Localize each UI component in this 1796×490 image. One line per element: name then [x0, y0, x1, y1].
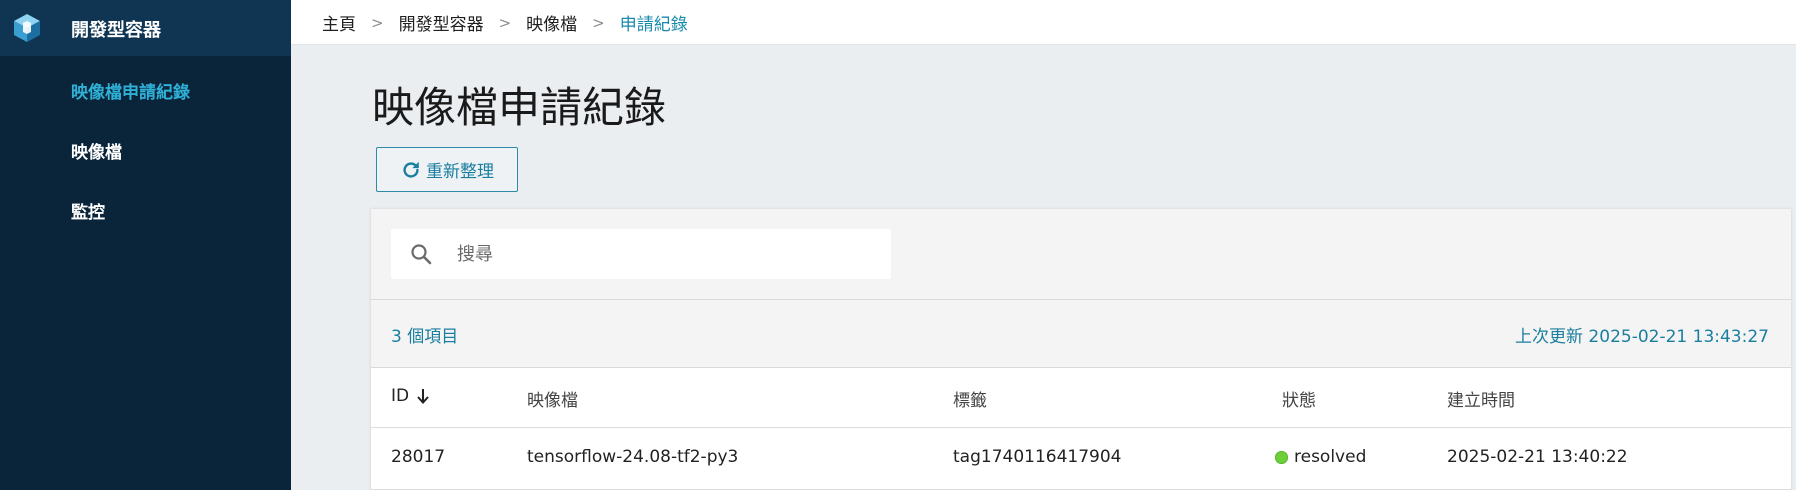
sidebar: 開發型容器 映像檔申請紀錄 映像檔 監控	[0, 0, 291, 490]
topbar: 主頁 > 開發型容器 > 映像檔 > 申請紀錄	[291, 0, 1796, 44]
cell-image: tensorflow-24.08-tf2-py3	[527, 447, 739, 467]
refresh-button[interactable]: 重新整理	[376, 147, 518, 192]
breadcrumb-home[interactable]: 主頁	[322, 10, 356, 35]
sidebar-item-images[interactable]: 映像檔	[71, 138, 122, 163]
breadcrumb-separator: >	[371, 13, 384, 32]
breadcrumb: 主頁 > 開發型容器 > 映像檔 > 申請紀錄	[322, 10, 688, 36]
page-title: 映像檔申請紀錄	[372, 83, 667, 132]
breadcrumb-images[interactable]: 映像檔	[526, 10, 577, 35]
table-header: ID 映像檔 標籤 狀態 建立時間	[371, 368, 1791, 428]
card-toolbar: 3 個項目 上次更新 2025-02-21 13:43:27	[371, 209, 1791, 369]
sidebar-item-image-requests[interactable]: 映像檔申請紀錄	[71, 78, 190, 103]
arrow-down-icon	[417, 389, 429, 404]
column-header-image[interactable]: 映像檔	[527, 386, 578, 411]
breadcrumb-separator: >	[592, 13, 605, 32]
requests-card: 3 個項目 上次更新 2025-02-21 13:43:27 ID 映像檔 標籤…	[371, 209, 1791, 490]
search-box[interactable]	[391, 229, 891, 279]
sidebar-title: 開發型容器	[71, 20, 161, 41]
item-count: 3 個項目	[391, 327, 459, 347]
last-updated: 上次更新 2025-02-21 13:43:27	[1515, 327, 1769, 347]
status-dot-icon	[1275, 450, 1288, 464]
cell-status: resolved	[1275, 447, 1366, 467]
search-icon	[411, 244, 432, 265]
status-label: resolved	[1294, 447, 1367, 467]
sidebar-item-monitoring[interactable]: 監控	[71, 198, 105, 223]
cell-created: 2025-02-21 13:40:22	[1447, 447, 1628, 467]
column-header-status[interactable]: 狀態	[1282, 386, 1316, 411]
table-row: 28017 tensorflow-24.08-tf2-py3 tag174011…	[371, 428, 1791, 489]
column-header-id[interactable]: ID	[391, 386, 431, 406]
divider	[371, 299, 1791, 300]
search-input[interactable]	[457, 229, 877, 279]
refresh-button-label: 重新整理	[426, 162, 494, 181]
app: 開發型容器 映像檔申請紀錄 映像檔 監控 主頁 > 開發型容器 > 映像檔 > …	[0, 0, 1796, 490]
breadcrumb-separator: >	[498, 13, 512, 32]
column-header-created[interactable]: 建立時間	[1447, 386, 1515, 411]
refresh-icon	[403, 161, 419, 178]
sidebar-header[interactable]: 開發型容器	[0, 0, 291, 56]
breadcrumb-current: 申請紀錄	[619, 15, 688, 35]
column-header-tag[interactable]: 標籤	[953, 386, 987, 411]
breadcrumb-dev-containers[interactable]: 開發型容器	[399, 10, 484, 35]
cell-tag: tag1740116417904	[953, 447, 1122, 467]
column-header-id-label: ID	[391, 386, 410, 406]
cube-logo-icon	[14, 14, 40, 42]
cell-id: 28017	[391, 447, 446, 467]
